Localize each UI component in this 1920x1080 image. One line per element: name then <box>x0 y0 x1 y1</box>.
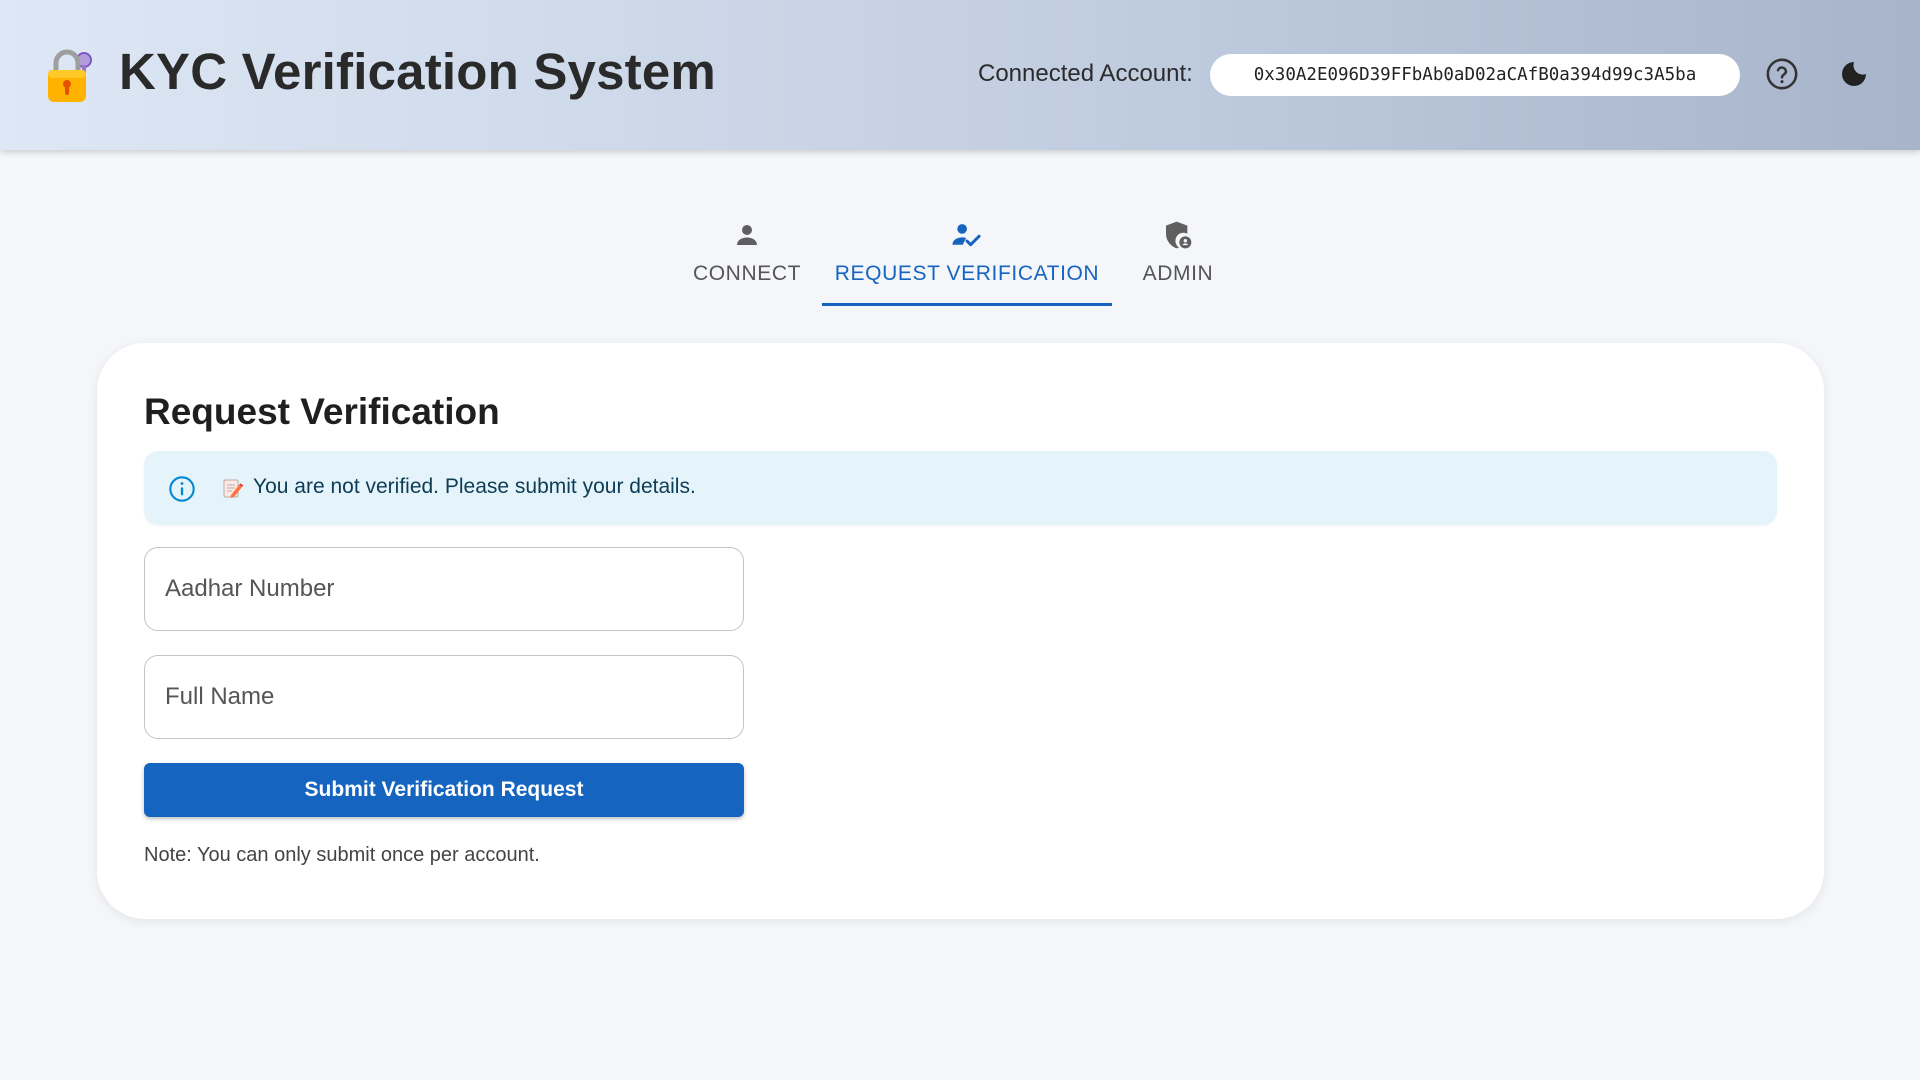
app-title: KYC Verification System <box>119 43 716 100</box>
connected-account-label: Connected Account: <box>978 60 1193 87</box>
submit-verification-button[interactable]: Submit Verification Request <box>144 763 744 817</box>
submission-note: Note: You can only submit once per accou… <box>144 844 540 866</box>
memo-icon <box>222 477 244 499</box>
help-circle-icon <box>1765 57 1799 94</box>
help-button[interactable] <box>1764 57 1800 93</box>
aadhar-number-field[interactable] <box>144 547 744 631</box>
lock-with-key-icon <box>44 46 98 104</box>
alert-message: You are not verified. Please submit your… <box>253 475 696 498</box>
tab-request-verification[interactable]: REQUEST VERIFICATION <box>822 210 1112 306</box>
dark-mode-moon-icon <box>1838 58 1870 93</box>
person-check-icon <box>950 218 984 252</box>
app-header: KYC Verification System Connected Accoun… <box>0 0 1920 150</box>
tab-bar: CONNECT REQUEST VERIFICATION ADMIN <box>0 210 1920 306</box>
tab-connect[interactable]: CONNECT <box>682 210 812 306</box>
tab-label: REQUEST VERIFICATION <box>834 262 1100 285</box>
full-name-field[interactable] <box>144 655 744 739</box>
request-verification-card: Request Verification You are not verifie… <box>97 343 1824 919</box>
info-alert: You are not verified. Please submit your… <box>144 451 1777 525</box>
theme-toggle-button[interactable] <box>1836 57 1872 93</box>
admin-shield-icon <box>1162 218 1194 252</box>
full-name-input[interactable] <box>145 656 743 738</box>
account-address-chip: 0x30A2E096D39FFbAb0aD02aCAfB0a394d99c3A5… <box>1210 54 1740 96</box>
info-icon <box>168 475 196 508</box>
tab-label: CONNECT <box>692 262 802 285</box>
card-title: Request Verification <box>144 391 500 432</box>
person-icon <box>732 218 762 252</box>
tab-admin[interactable]: ADMIN <box>1130 210 1226 306</box>
tab-label: ADMIN <box>1142 262 1214 285</box>
aadhar-number-input[interactable] <box>145 548 743 630</box>
